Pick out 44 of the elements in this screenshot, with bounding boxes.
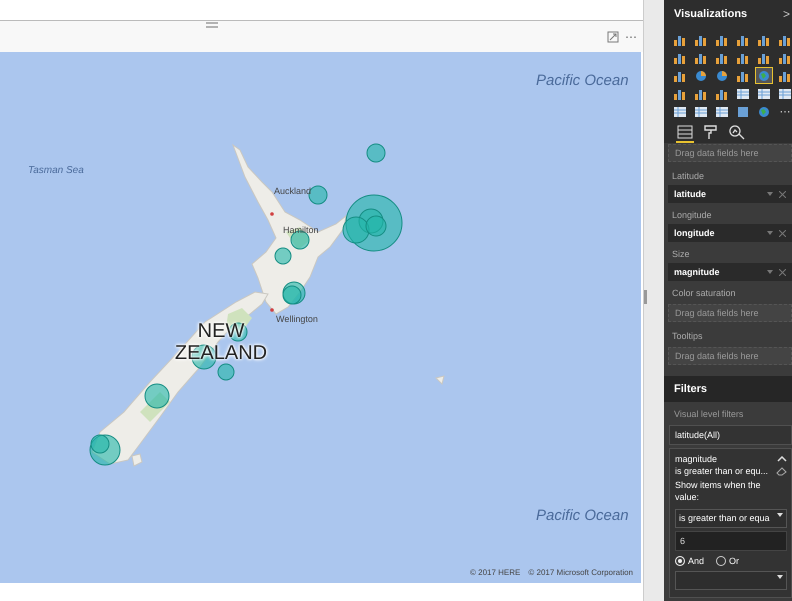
field-well-label: Longitude [671,209,713,222]
map-icon[interactable] [755,67,773,84]
filter-card[interactable]: latitude(All) [669,425,792,445]
field-chip[interactable]: latitude [668,185,792,203]
field-chip[interactable]: longitude [668,224,792,242]
collapse-icon[interactable] [777,456,787,462]
dropdown-icon[interactable] [777,513,783,517]
filter-name: magnitude [675,453,718,465]
field-well-label: Tooltips [671,330,704,343]
radio-button[interactable] [716,556,726,566]
city-label: Hamilton [283,225,319,235]
filters-title: Filters [674,383,708,395]
map-credit: © 2017 HERE [470,568,520,577]
eraser-icon[interactable] [776,466,787,476]
remove-icon[interactable] [779,230,786,236]
field-name: magnitude [674,267,721,277]
field-well-label: Latitude [671,170,706,183]
map-credit: © 2017 Microsoft Corporation [528,568,633,577]
collapse-button[interactable]: > [780,6,792,21]
city-label: Auckland [274,186,312,196]
value-input[interactable]: 6 [675,531,787,551]
filter-summary: is greater than or equ... [675,465,768,477]
operator-dropdown[interactable]: is greater than or equa [675,509,787,528]
filter-prompt: Show items when the value: [675,479,762,503]
ocean-label: Pacific Ocean [536,507,629,524]
dropdown-icon[interactable] [777,575,783,579]
filter-section-label: Visual level filters [673,408,744,421]
radio-label: Or [729,556,740,566]
more-options-button[interactable]: ⋯ [623,30,640,44]
city-label: Wellington [276,314,318,324]
drag-handle-icon[interactable] [205,21,219,29]
field-well-label: Color saturation [671,287,737,300]
remove-icon[interactable] [779,190,786,198]
field-well-label: Size [671,248,691,261]
panel-title: Visualizations [674,8,748,20]
remove-icon[interactable] [779,268,786,276]
ocean-label: Pacific Ocean [536,72,629,89]
field-chip[interactable]: magnitude [668,263,792,281]
focus-mode-icon[interactable] [607,30,620,42]
sea-label: Tasman Sea [28,165,84,176]
more-visuals-button[interactable]: ⋯ [776,103,792,120]
field-name: latitude [674,189,708,199]
radio-label: And [688,556,704,566]
field-name: longitude [674,228,716,238]
